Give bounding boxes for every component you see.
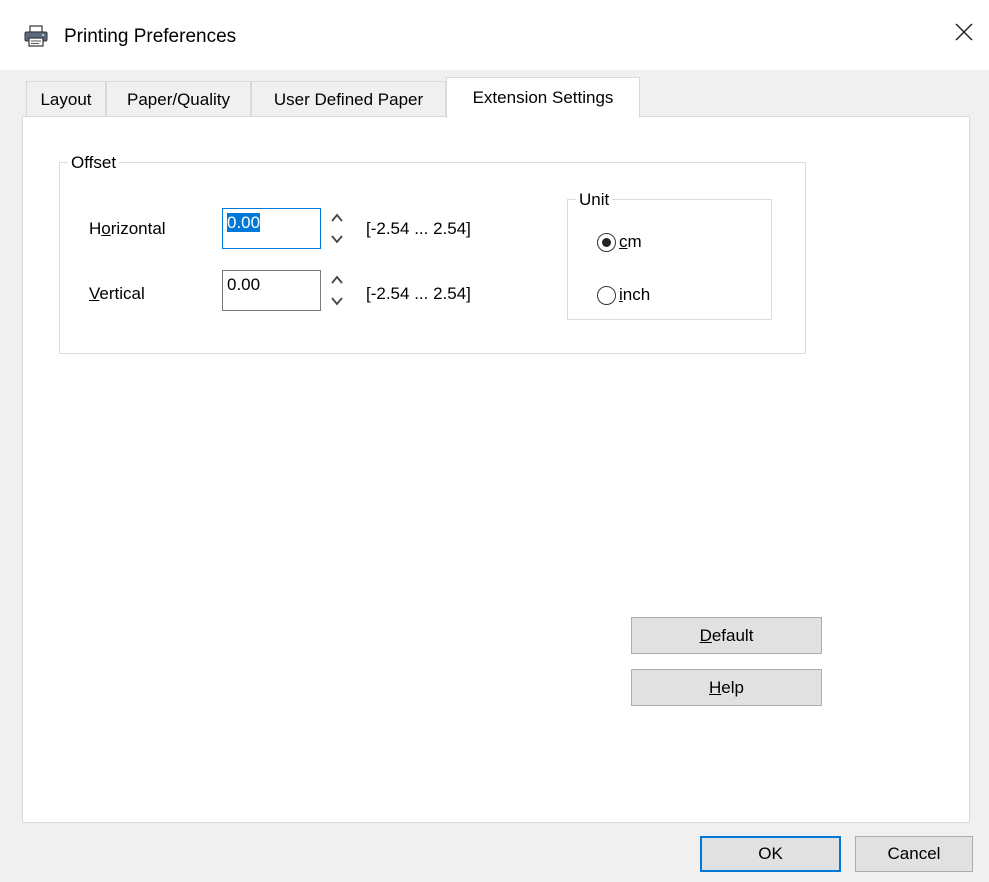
close-icon	[955, 23, 973, 46]
vertical-range: [-2.54 ... 2.54]	[366, 284, 471, 303]
input-value: 0.00	[227, 275, 261, 294]
label-text: ertical	[99, 284, 145, 303]
button-label: Help	[709, 678, 744, 698]
tab-label: User Defined Paper	[273, 90, 424, 109]
horizontal-offset-input[interactable]: 0.00	[222, 208, 321, 249]
label-text: elp	[721, 677, 744, 697]
spinner-arrows-icon	[331, 213, 343, 244]
cancel-button[interactable]: Cancel	[855, 836, 973, 872]
label-text: m	[627, 232, 642, 251]
offset-group-label: Offset	[68, 153, 120, 173]
label-text: H	[89, 219, 102, 238]
label-text: nch	[622, 285, 651, 304]
vertical-label: Vertical	[89, 283, 145, 305]
input-value: 0.00	[227, 213, 261, 232]
radio-circle	[597, 285, 616, 305]
horizontal-label: Horizontal	[89, 218, 166, 240]
title-bar: Printing Preferences	[0, 0, 989, 70]
access-key: H	[709, 677, 722, 697]
radio-circle	[597, 232, 616, 252]
radio-label-cm: cm	[619, 232, 642, 252]
unit-radio-inch[interactable]: inch	[597, 285, 650, 305]
printer-icon	[24, 25, 48, 47]
tab-layout[interactable]: Layout	[26, 81, 106, 117]
help-button[interactable]: Help	[631, 669, 822, 706]
unit-group-label: Unit	[576, 190, 613, 210]
access-key: c	[619, 232, 628, 251]
tab-panel-extension-settings: Offset Horizontal 0.00 [-2.54 ... 2.54] …	[22, 116, 970, 823]
tab-label: Paper/Quality	[127, 90, 230, 109]
radio-label-inch: inch	[619, 285, 650, 305]
button-label: Default	[700, 626, 754, 646]
label-text: efault	[711, 625, 754, 645]
horizontal-range: [-2.54 ... 2.54]	[366, 219, 471, 238]
default-button[interactable]: Default	[631, 617, 822, 654]
button-label: Cancel	[887, 844, 941, 863]
access-key: D	[699, 625, 712, 645]
button-label: OK	[758, 844, 783, 863]
vertical-offset-input[interactable]: 0.00	[222, 270, 321, 311]
close-button[interactable]	[939, 12, 989, 56]
access-key: o	[101, 219, 111, 238]
horizontal-spinner[interactable]	[327, 208, 347, 249]
tab-paper-quality[interactable]: Paper/Quality	[106, 81, 251, 117]
tab-extension-settings[interactable]: Extension Settings	[446, 77, 640, 118]
window-title: Printing Preferences	[64, 26, 237, 47]
unit-radio-cm[interactable]: cm	[597, 232, 642, 252]
tab-label: Layout	[40, 90, 92, 109]
label-text: rizontal	[110, 219, 166, 238]
ok-button[interactable]: OK	[700, 836, 841, 872]
vertical-spinner[interactable]	[327, 270, 347, 311]
tab-user-defined-paper[interactable]: User Defined Paper	[251, 81, 446, 117]
access-key: V	[89, 284, 100, 303]
spinner-arrows-icon	[331, 275, 343, 306]
tab-label: Extension Settings	[472, 88, 614, 107]
radio-selected-dot	[602, 237, 611, 247]
